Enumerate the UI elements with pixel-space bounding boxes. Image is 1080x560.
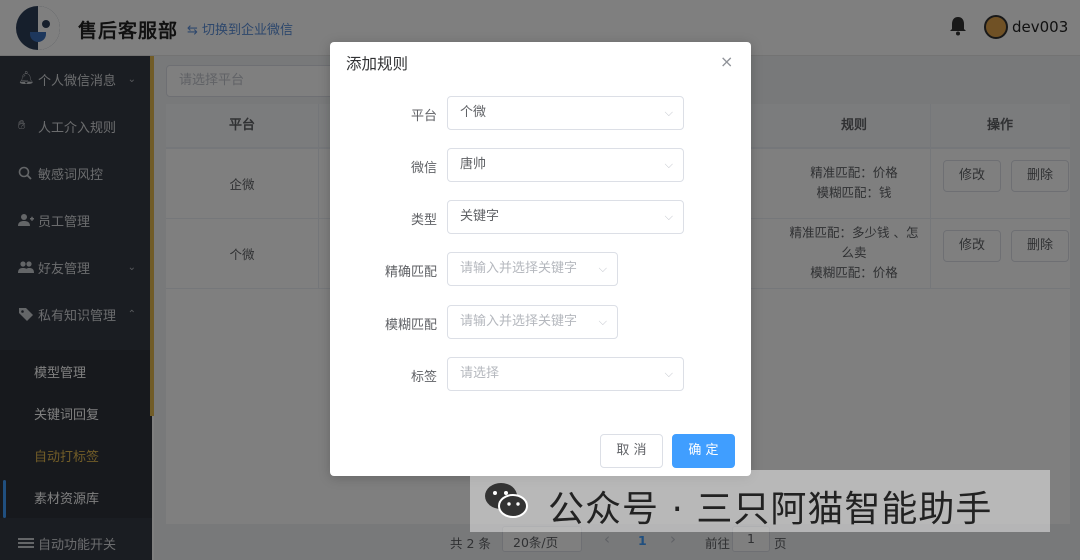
chevron-down-icon: ⌵ [598,315,607,328]
type-label: 类型 [410,213,437,228]
tag-select[interactable]: 请选择 ⌵ [447,357,684,391]
wechat-icon [485,483,528,518]
exact-match-select[interactable]: 请输入并选择关键字 ⌵ [447,252,618,286]
chevron-down-icon: ⌵ [598,262,607,275]
watermark-text: 公众号 · 三只阿猫智能助手 [548,489,993,530]
dialog-title: 添加规则 [346,55,409,73]
wechat-value: 唐帅 [460,157,487,172]
wechat-label: 微信 [410,161,437,176]
cancel-button[interactable]: 取 消 [600,434,663,468]
add-rule-dialog: 添加规则 × 平台 个微 ⌵ 微信 唐帅 ⌵ 类型 关键字 ⌵ 精确匹配 请输入… [330,42,751,476]
exact-match-label: 精确匹配 [384,265,437,280]
close-icon[interactable]: × [720,52,733,71]
type-value: 关键字 [460,209,500,224]
chevron-down-icon: ⌵ [664,367,673,380]
chevron-down-icon: ⌵ [664,210,673,223]
platform-label: 平台 [410,109,437,124]
wechat-select[interactable]: 唐帅 ⌵ [447,148,684,182]
platform-value: 个微 [460,105,487,120]
exact-match-placeholder: 请输入并选择关键字 [460,261,578,276]
tag-placeholder: 请选择 [460,366,500,381]
fuzzy-match-label: 模糊匹配 [384,318,437,333]
fuzzy-match-select[interactable]: 请输入并选择关键字 ⌵ [447,305,618,339]
type-select[interactable]: 关键字 ⌵ [447,200,684,234]
chevron-down-icon: ⌵ [664,106,673,119]
tag-label: 标签 [410,370,437,385]
platform-select[interactable]: 个微 ⌵ [447,96,684,130]
confirm-button[interactable]: 确 定 [672,434,735,468]
chevron-down-icon: ⌵ [664,158,673,171]
watermark: 公众号 · 三只阿猫智能助手 [470,470,1050,532]
fuzzy-match-placeholder: 请输入并选择关键字 [460,314,578,329]
